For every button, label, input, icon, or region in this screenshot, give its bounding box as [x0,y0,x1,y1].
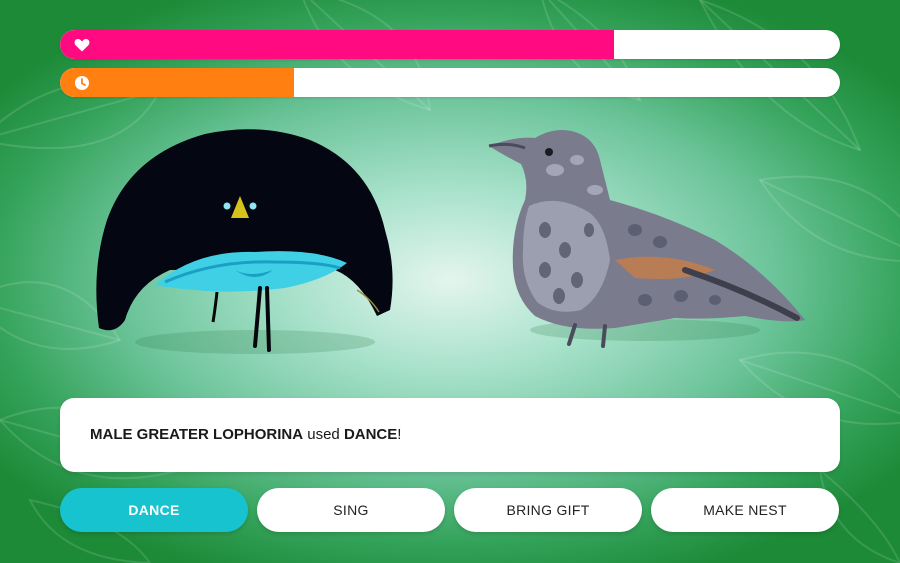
time-bar [60,68,840,97]
dance-button[interactable]: DANCE [60,488,248,532]
message-move: DANCE [343,426,398,443]
message-actor: MALE GREATER LOPHORINA [90,426,304,443]
health-bar [60,30,840,59]
message-end: ! [397,426,402,443]
heart-icon [74,39,90,52]
battle-message-box: MALE GREATER LOPHORINA used DANCE! [60,398,840,472]
health-bar-fill [60,30,614,59]
clock-icon [75,76,89,90]
battle-message-text: MALE GREATER LOPHORINA used DANCE! [90,426,401,443]
male-greater-lophorina [96,129,393,354]
message-verb: used [303,426,344,443]
time-bar-fill [60,68,294,97]
bring-gift-button[interactable]: BRING GIFT [454,488,642,532]
female-greater-lophorina [488,130,805,348]
sing-button[interactable]: SING [257,488,445,532]
make-nest-button[interactable]: MAKE NEST [651,488,839,532]
